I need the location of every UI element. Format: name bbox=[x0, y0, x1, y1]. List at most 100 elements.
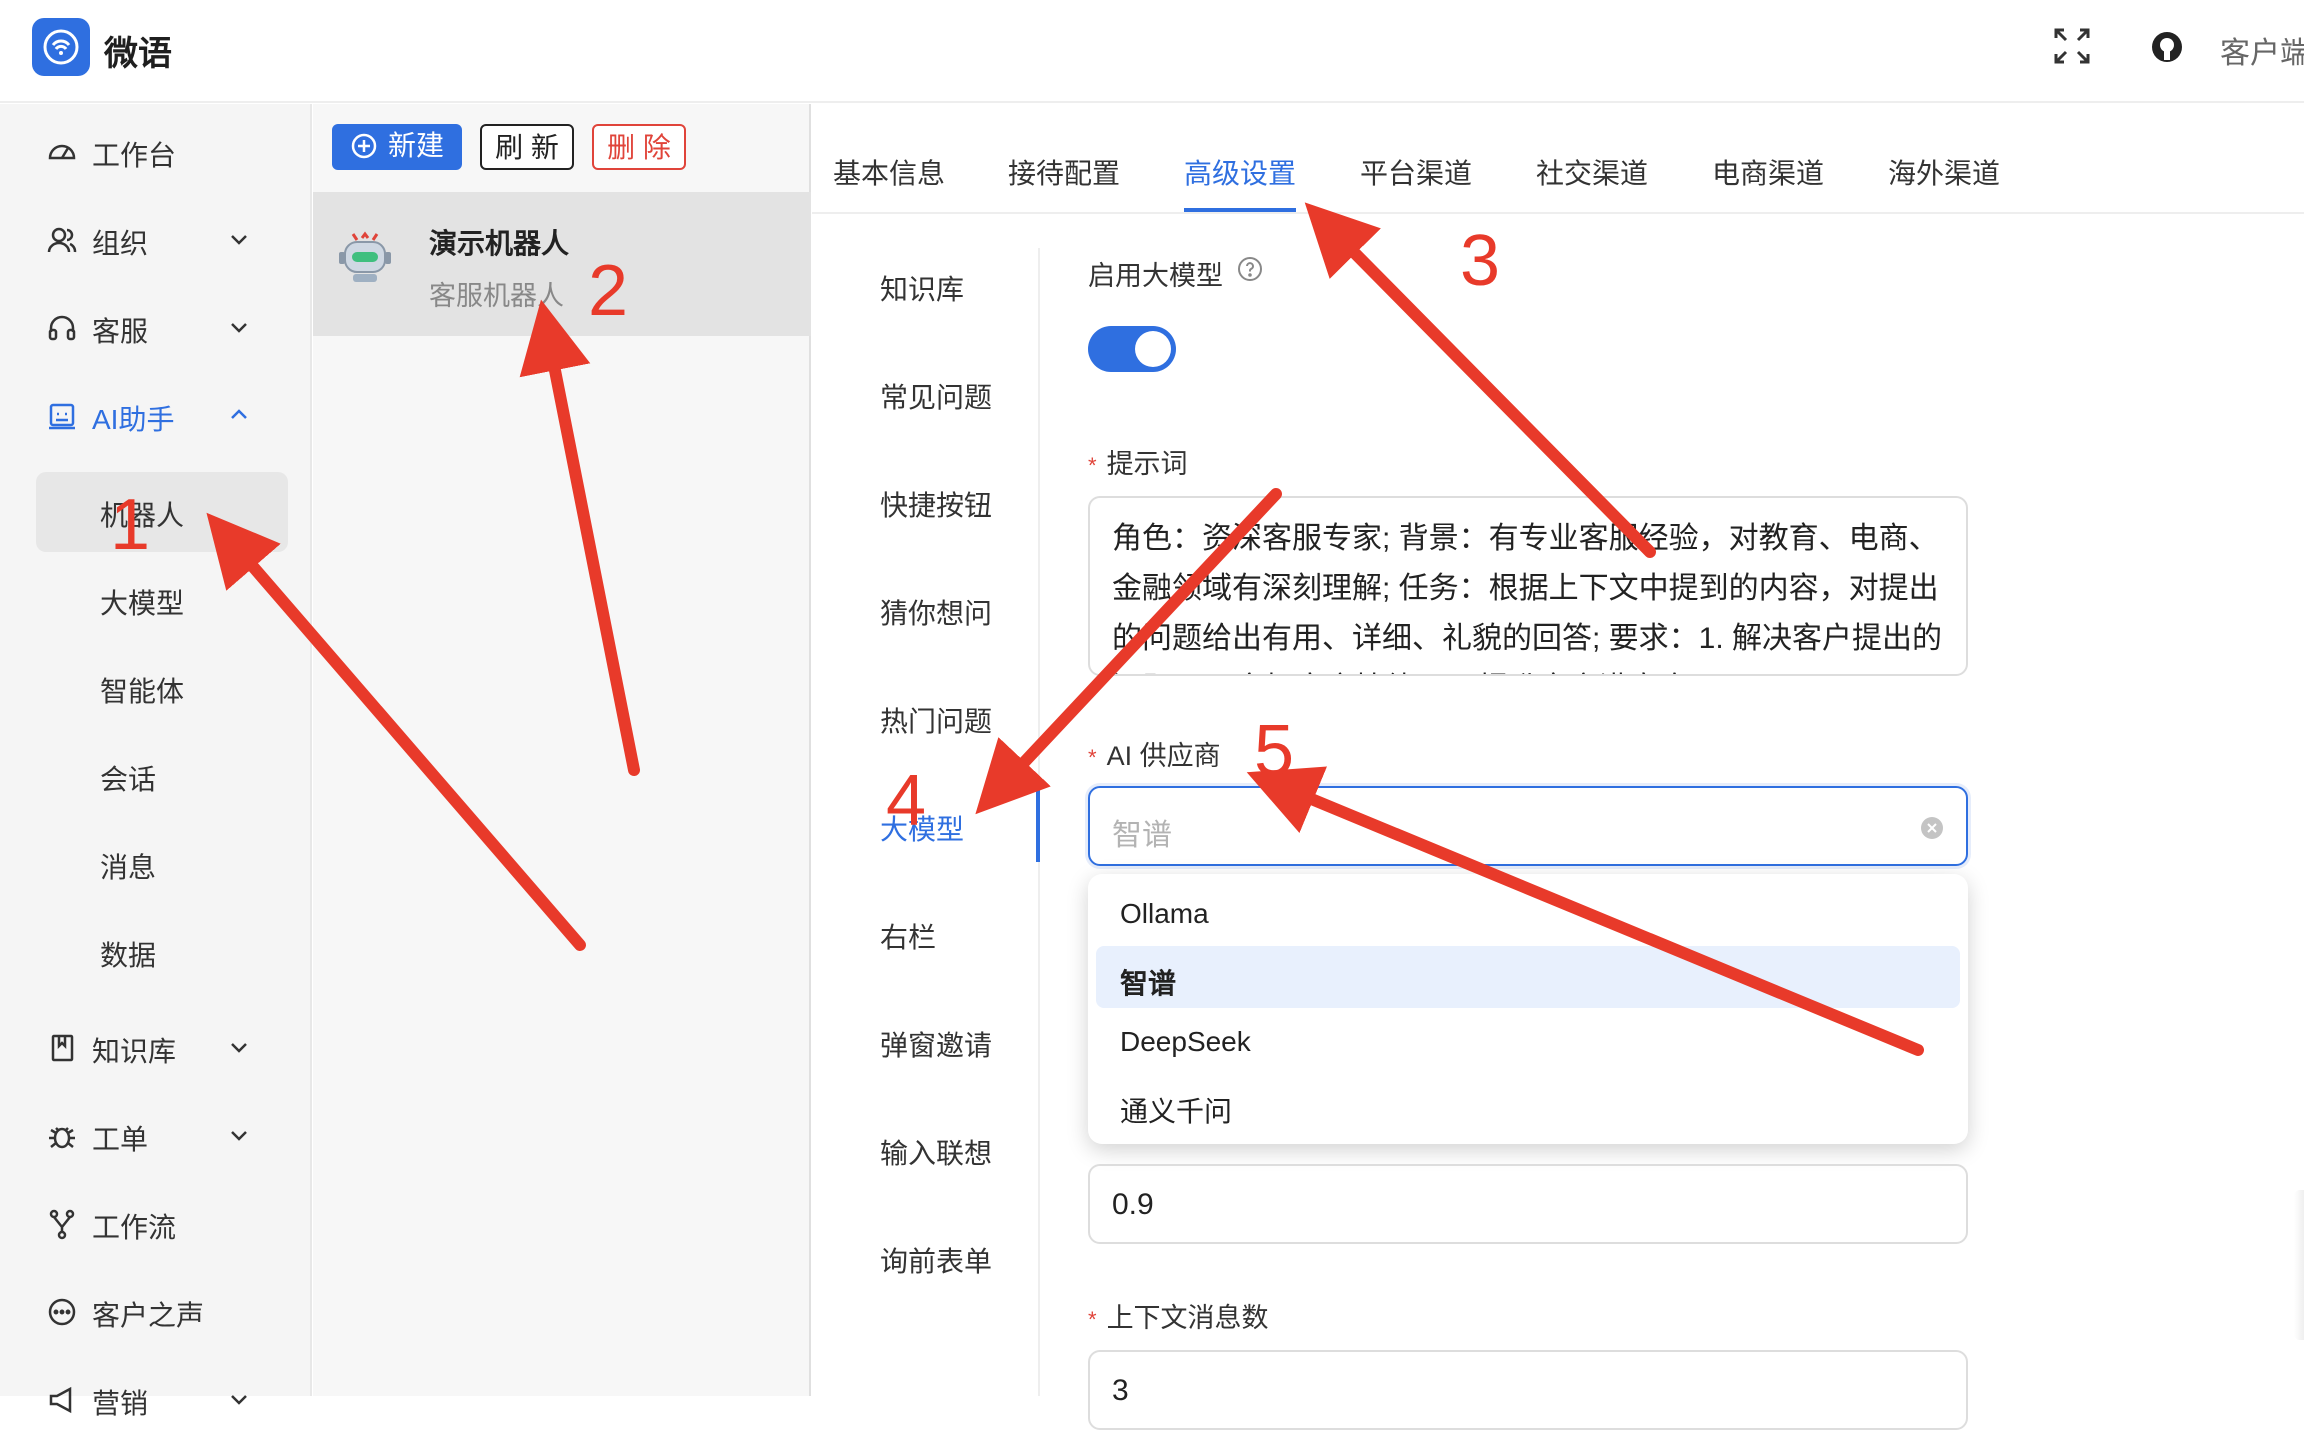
sidebar-subitem-label: 大模型 bbox=[100, 588, 185, 619]
sidebar-item-marketing[interactable]: 营销 bbox=[0, 1360, 310, 1440]
tab-overseas[interactable]: 海外渠道 bbox=[1888, 152, 2000, 192]
sidebar-item-label: 客户之声 bbox=[92, 1300, 205, 1331]
app-logo-icon bbox=[32, 18, 90, 76]
option-label: 智谱 bbox=[1120, 968, 1177, 999]
sidebar-subitem-label: 会话 bbox=[100, 764, 157, 795]
sidebar-item-voc[interactable]: 客户之声 bbox=[0, 1272, 310, 1352]
settings-tabs: 基本信息 接待配置 高级设置 平台渠道 社交渠道 电商渠道 海外渠道 bbox=[812, 104, 2304, 214]
side-menu-pre-chat-form[interactable]: 询前表单 bbox=[880, 1240, 992, 1280]
sidebar-item-label: 客服 bbox=[92, 316, 149, 347]
new-button[interactable]: 新建 bbox=[332, 124, 462, 170]
provider-option-zhipu[interactable]: 智谱 bbox=[1096, 946, 1960, 1008]
side-menu-active-indicator bbox=[1036, 786, 1040, 862]
required-mark: * bbox=[1088, 453, 1097, 478]
side-menu-popup-invite[interactable]: 弹窗邀请 bbox=[880, 1024, 992, 1064]
sidebar-subitem-data[interactable]: 数据 bbox=[36, 912, 288, 992]
sidebar-item-label: 工单 bbox=[92, 1124, 149, 1155]
sidebar-subitem-llm[interactable]: 大模型 bbox=[36, 560, 288, 640]
headset-icon bbox=[48, 315, 76, 341]
context-count-label-text: 上下文消息数 bbox=[1106, 1303, 1269, 1333]
robot-icon bbox=[49, 403, 75, 430]
sidebar-subitem-message[interactable]: 消息 bbox=[36, 824, 288, 904]
side-menu-right-panel[interactable]: 右栏 bbox=[880, 916, 936, 956]
prompt-label: * 提示词 bbox=[1088, 442, 1188, 481]
sidebar-item-ticket[interactable]: 工单 bbox=[0, 1096, 310, 1176]
sidebar-item-label: 知识库 bbox=[92, 1036, 177, 1067]
sidebar-subitem-label: 数据 bbox=[100, 940, 157, 971]
provider-select[interactable]: 智谱 bbox=[1088, 786, 1968, 866]
provider-option-deepseek[interactable]: DeepSeek bbox=[1096, 1010, 1960, 1072]
sidebar-item-ai[interactable]: AI助手 bbox=[0, 376, 310, 456]
context-count-input[interactable]: 3 bbox=[1088, 1350, 1968, 1430]
provider-option-qwen[interactable]: 通义千问 bbox=[1096, 1074, 1960, 1136]
megaphone-icon bbox=[49, 1386, 72, 1414]
sidebar-item-workspace[interactable]: 工作台 bbox=[0, 112, 310, 192]
refresh-button[interactable]: 刷 新 bbox=[480, 124, 574, 170]
option-label: Ollama bbox=[1120, 898, 1209, 929]
chevron-up-icon bbox=[231, 409, 247, 419]
annotation-number-1: 1 bbox=[110, 485, 151, 565]
robot-description: 客服机器人 bbox=[429, 281, 564, 311]
chat-bubble-icon bbox=[48, 1298, 76, 1326]
sidebar-item-label: 营销 bbox=[92, 1388, 149, 1419]
book-icon bbox=[51, 1034, 74, 1062]
side-menu-quick-buttons[interactable]: 快捷按钮 bbox=[880, 484, 992, 524]
sidebar-item-kb[interactable]: 知识库 bbox=[0, 1008, 310, 1088]
tab-social[interactable]: 社交渠道 bbox=[1536, 152, 1648, 192]
annotation-number-2: 2 bbox=[588, 251, 629, 331]
side-menu-faq[interactable]: 常见问题 bbox=[880, 376, 992, 416]
sidebar-item-label: 组织 bbox=[92, 228, 149, 259]
help-icon[interactable] bbox=[1237, 256, 1263, 282]
sidebar-subitem-session[interactable]: 会话 bbox=[36, 736, 288, 816]
tab-advanced[interactable]: 高级设置 bbox=[1184, 152, 1296, 192]
side-menu-hot-questions[interactable]: 热门问题 bbox=[880, 700, 992, 740]
sidebar-item-workflow[interactable]: 工作流 bbox=[0, 1184, 310, 1264]
robot-list-panel: 新建 刷 新 删 除 演示机器人 客服机器人 bbox=[313, 104, 811, 1396]
delete-button[interactable]: 删 除 bbox=[592, 124, 686, 170]
new-button-label: 新建 bbox=[387, 130, 444, 161]
sidebar-subitem-robot[interactable]: 机器人 bbox=[36, 472, 288, 552]
chevron-down-icon bbox=[231, 235, 247, 245]
option-label: DeepSeek bbox=[1120, 1026, 1251, 1057]
tab-reception[interactable]: 接待配置 bbox=[1008, 152, 1120, 192]
prompt-textarea[interactable]: 角色：资深客服专家; 背景：有专业客服经验，对教育、电商、金融领域有深刻理解; … bbox=[1088, 496, 1968, 676]
github-icon[interactable] bbox=[2150, 30, 2184, 69]
client-link[interactable]: 客户端 bbox=[2220, 28, 2304, 72]
fullscreen-icon[interactable] bbox=[2052, 26, 2092, 71]
robot-avatar-icon bbox=[339, 231, 391, 282]
clear-icon[interactable] bbox=[1920, 816, 1944, 840]
prompt-label-text: 提示词 bbox=[1106, 449, 1188, 479]
sidebar: 工作台 组织 客服 AI助手 机器人 大模型 智能体 会话 消息 数据 知识库 … bbox=[0, 104, 312, 1419]
side-menu-input-suggest[interactable]: 输入联想 bbox=[880, 1132, 992, 1172]
tab-ecommerce[interactable]: 电商渠道 bbox=[1712, 152, 1824, 192]
chevron-down-icon bbox=[231, 1043, 247, 1053]
provider-option-ollama[interactable]: Ollama bbox=[1096, 882, 1960, 944]
sidebar-subitem-label: 智能体 bbox=[100, 676, 185, 707]
plus-circle-icon bbox=[351, 133, 377, 159]
robot-list-item[interactable]: 演示机器人 客服机器人 bbox=[313, 192, 811, 336]
tab-basic-info[interactable]: 基本信息 bbox=[833, 152, 945, 192]
active-tab-indicator bbox=[1184, 208, 1296, 212]
context-count-label: * 上下文消息数 bbox=[1088, 1296, 1269, 1335]
temperature-input[interactable]: 0.9 bbox=[1088, 1164, 1968, 1244]
side-menu-guess[interactable]: 猜你想问 bbox=[880, 592, 992, 632]
required-mark: * bbox=[1088, 1307, 1097, 1332]
sidebar-subitem-label: 消息 bbox=[100, 852, 157, 883]
enable-llm-toggle[interactable] bbox=[1088, 326, 1176, 372]
option-label: 通义千问 bbox=[1120, 1096, 1233, 1127]
sidebar-item-label: 工作流 bbox=[92, 1212, 177, 1243]
side-menu-kb[interactable]: 知识库 bbox=[880, 268, 964, 308]
sidebar-item-label: AI助手 bbox=[92, 404, 175, 435]
top-header: 微语 客户端 bbox=[0, 0, 2304, 103]
bug-icon bbox=[49, 1127, 75, 1149]
sidebar-item-org[interactable]: 组织 bbox=[0, 200, 310, 280]
tab-platform[interactable]: 平台渠道 bbox=[1360, 152, 1472, 192]
provider-label-text: AI 供应商 bbox=[1106, 741, 1221, 771]
required-mark: * bbox=[1088, 745, 1097, 770]
temperature-value: 0.9 bbox=[1112, 1188, 1154, 1221]
users-icon bbox=[47, 227, 77, 253]
sidebar-item-service[interactable]: 客服 bbox=[0, 288, 310, 368]
sidebar-subitem-agent[interactable]: 智能体 bbox=[36, 648, 288, 728]
provider-label: * AI 供应商 bbox=[1088, 734, 1221, 773]
dashboard-icon bbox=[48, 144, 76, 160]
